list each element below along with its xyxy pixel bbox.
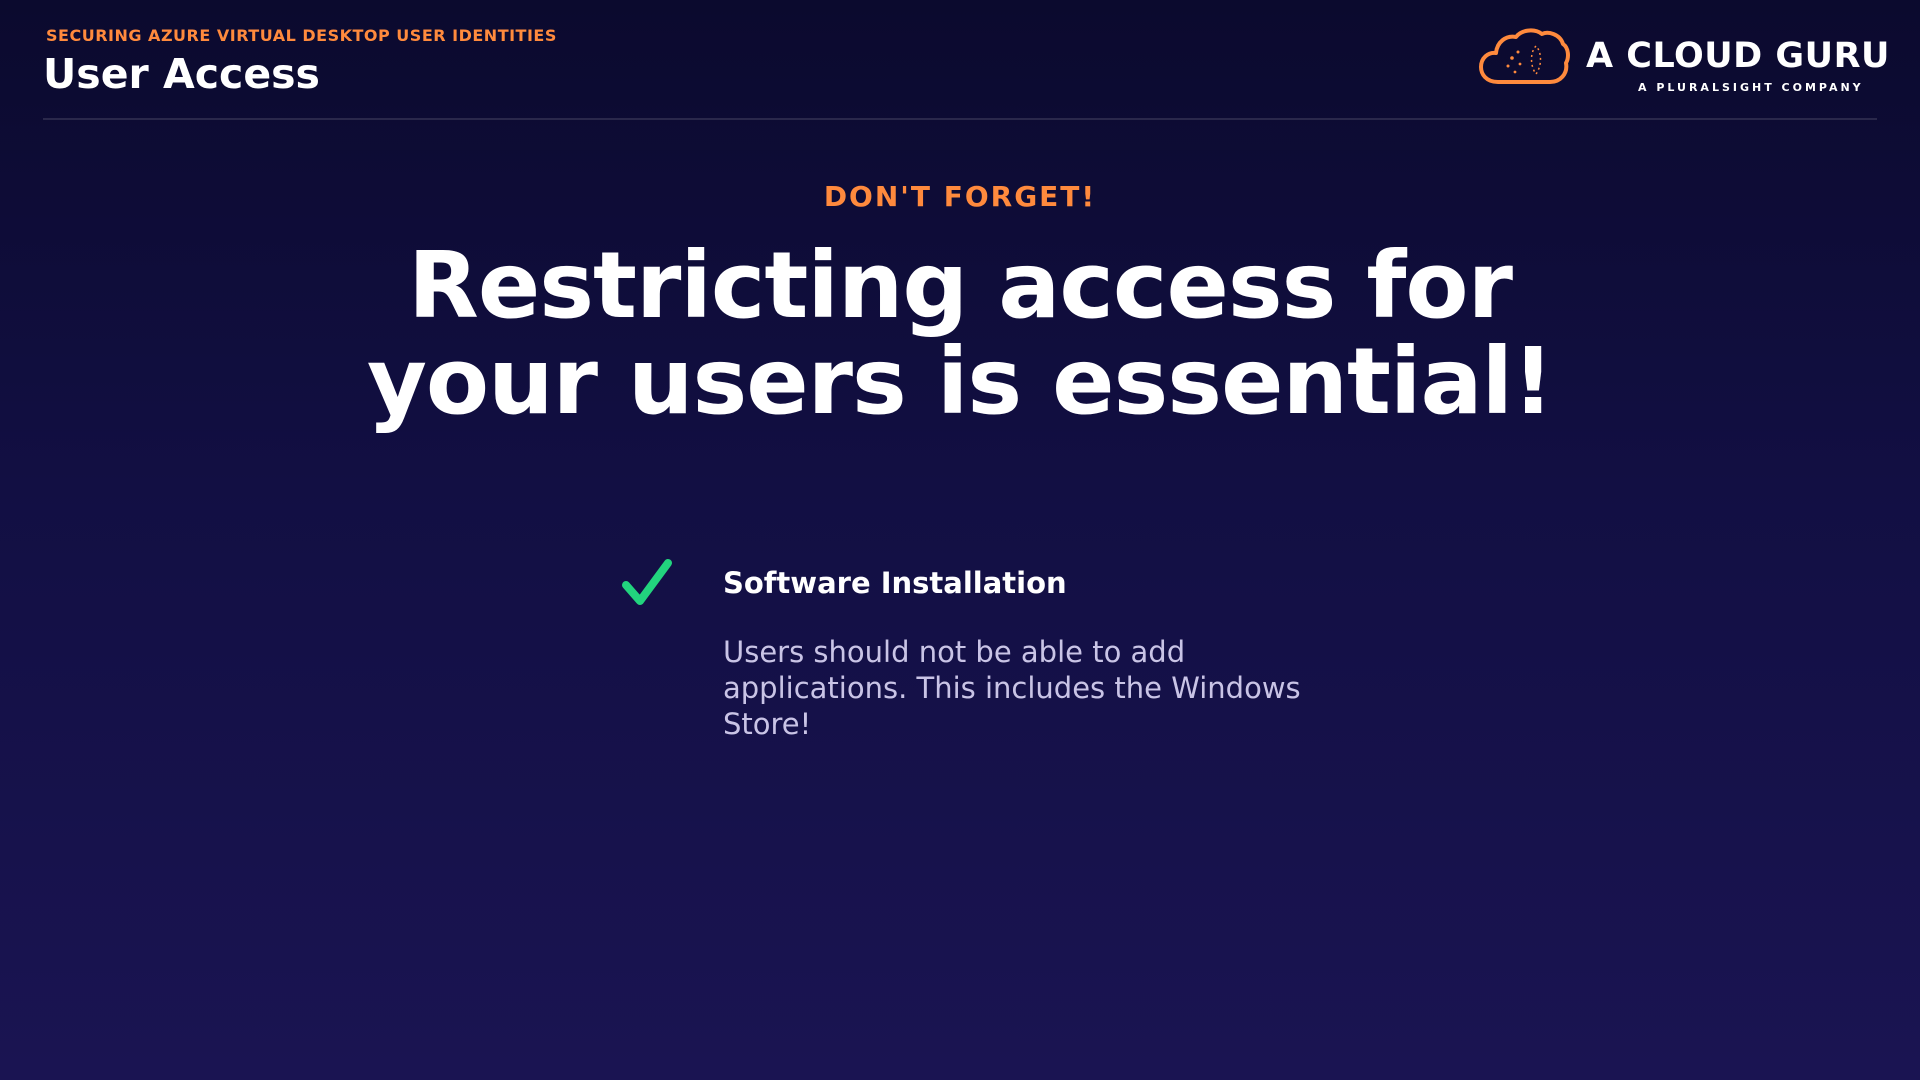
item-title: Software Installation — [723, 566, 1067, 600]
brand-logo: A CLOUD GURU A PLURALSIGHT COMPANY — [1478, 26, 1889, 100]
header-divider — [43, 118, 1877, 120]
section-kicker: SECURING AZURE VIRTUAL DESKTOP USER IDEN… — [46, 26, 557, 45]
item-description: Users should not be able to add applicat… — [723, 635, 1301, 741]
headline-line-1: Restricting access for — [407, 232, 1513, 339]
eyebrow-label: DON'T FORGET! — [823, 180, 1097, 213]
cloud-logo-icon — [1479, 28, 1570, 84]
logo-tagline: A PLURALSIGHT COMPANY — [1638, 81, 1864, 94]
headline: Restricting access for your users is ess… — [260, 238, 1660, 430]
headline-line-2: your users is essential! — [366, 328, 1554, 435]
checkmark-icon — [622, 559, 672, 605]
page-title: User Access — [43, 50, 320, 98]
logo-wordmark: A CLOUD GURU — [1586, 36, 1890, 76]
